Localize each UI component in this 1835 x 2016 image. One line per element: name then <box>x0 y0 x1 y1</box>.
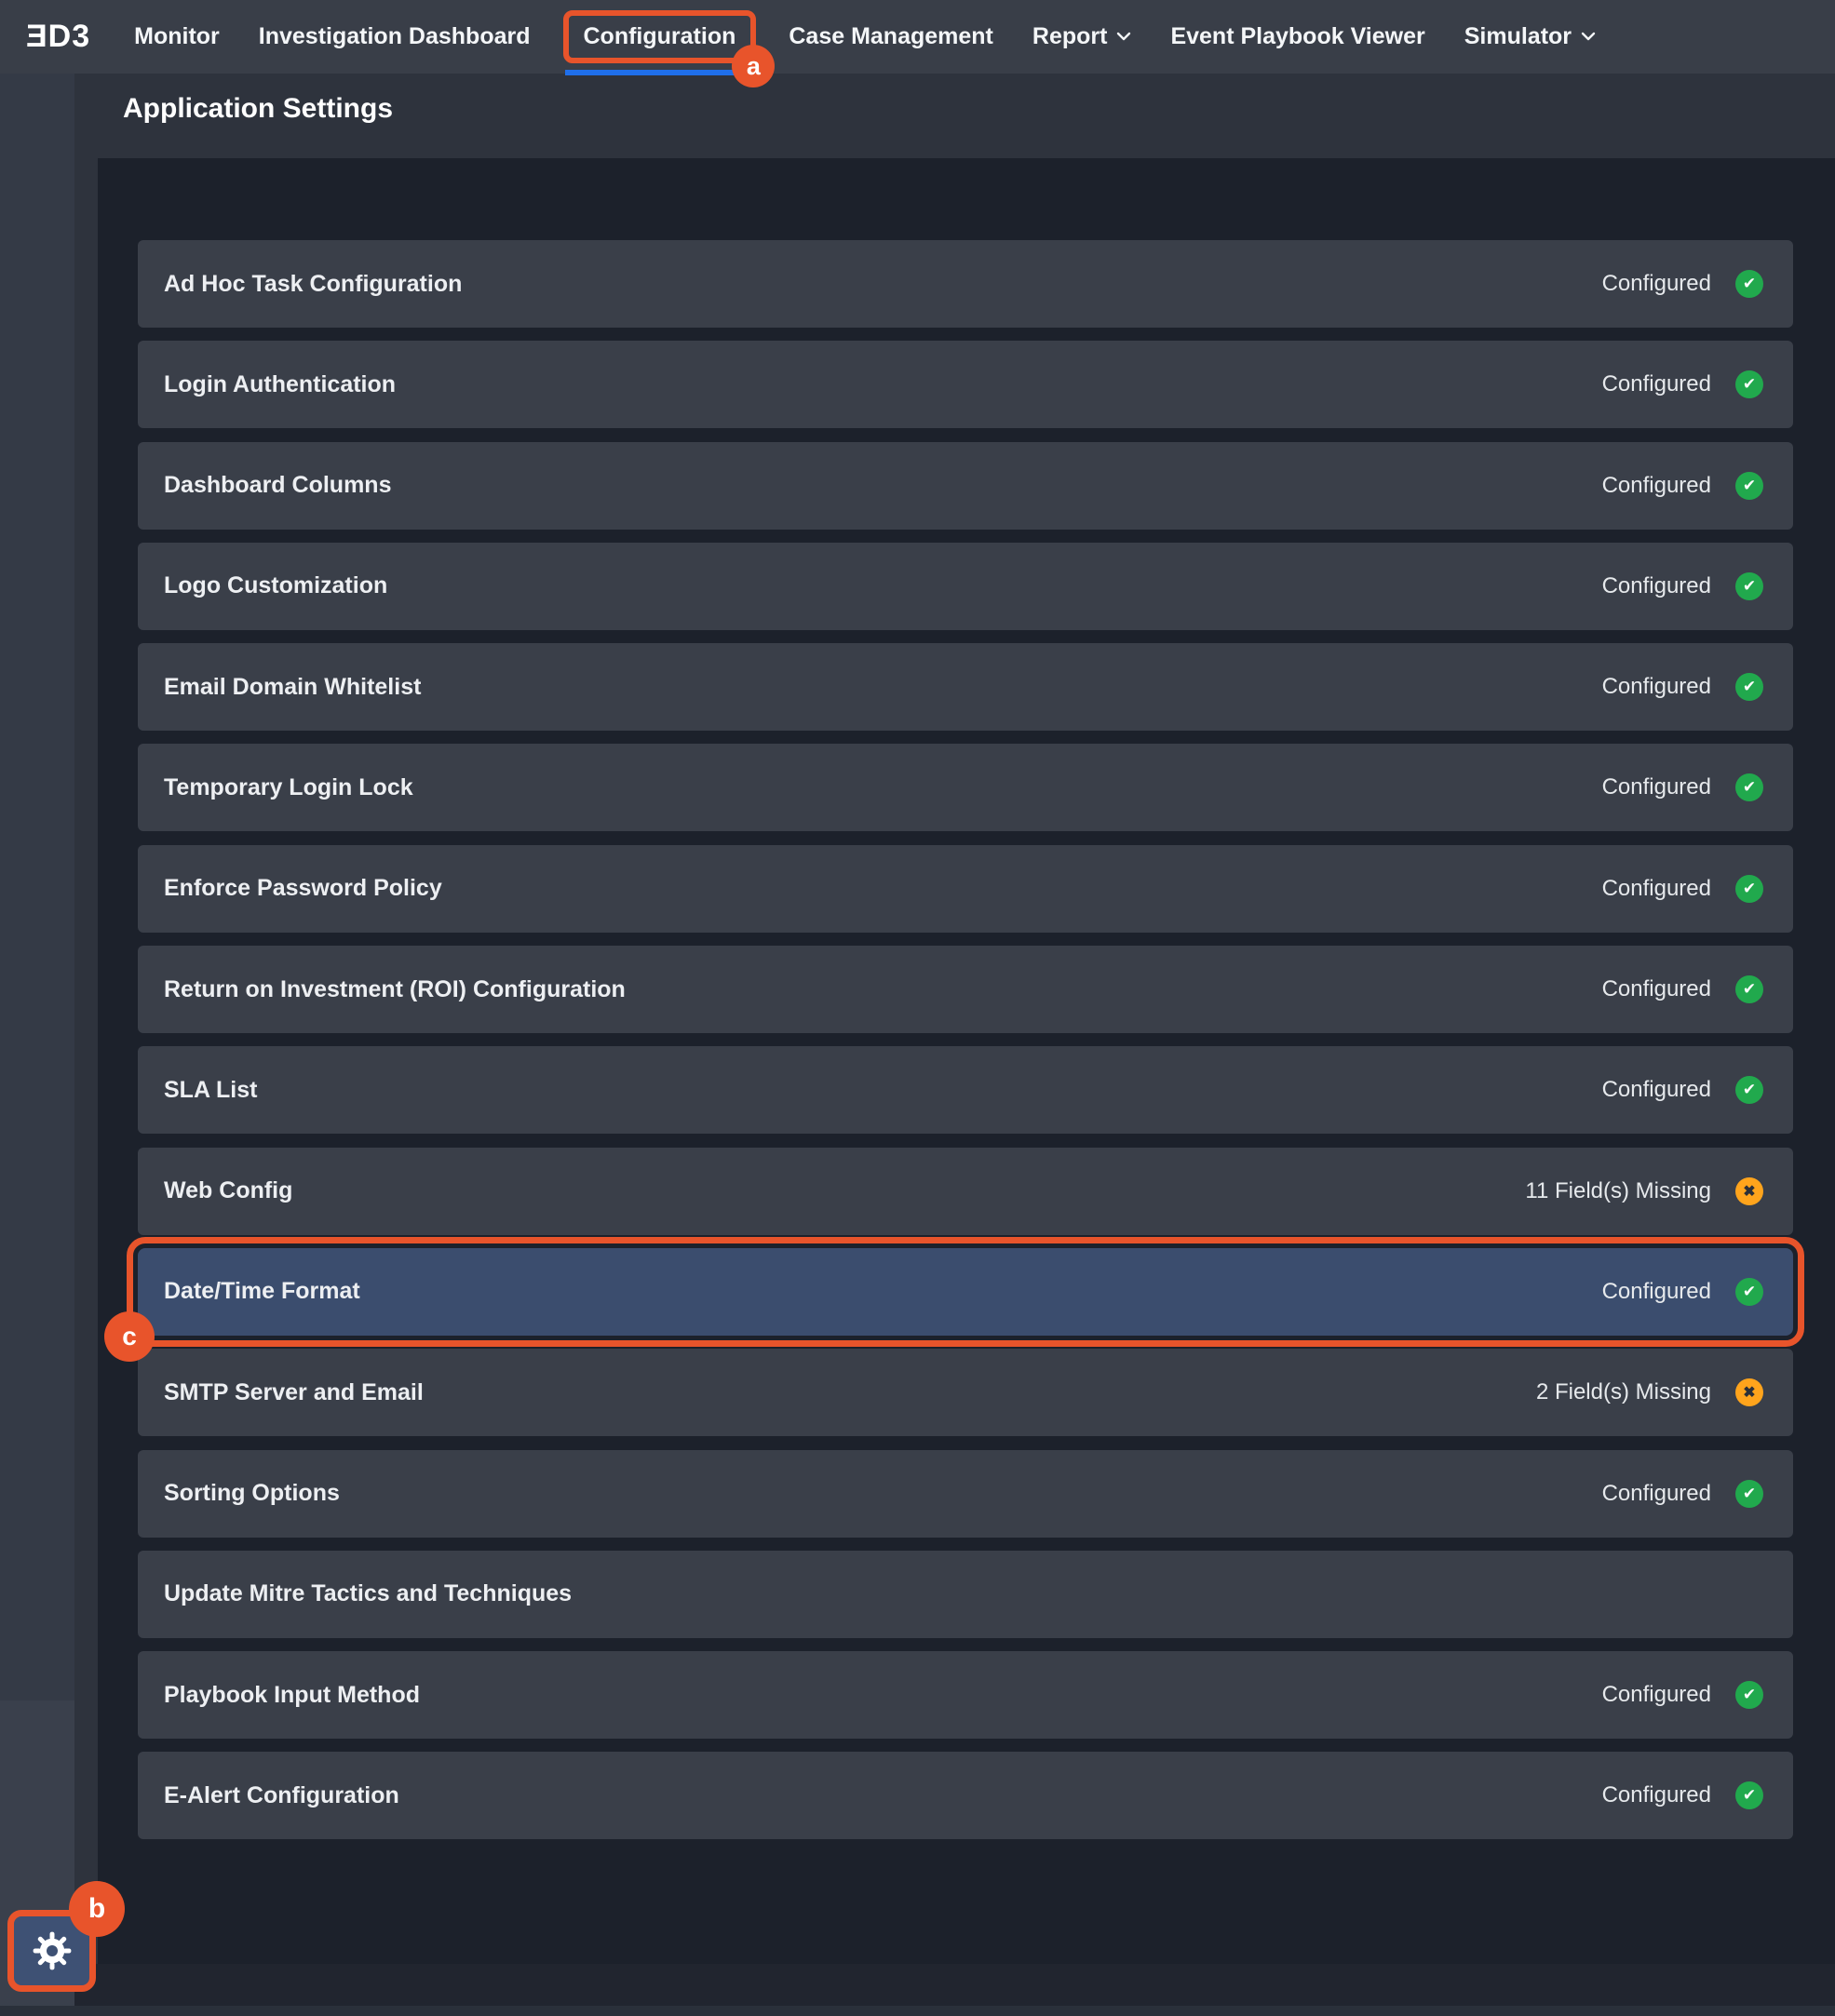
settings-row-ad-hoc-task-configuration[interactable]: Ad Hoc Task Configuration Configured <box>138 240 1793 328</box>
settings-row-status: Configured <box>1602 1782 1711 1808</box>
nav-report-label: Report <box>1032 23 1108 50</box>
settings-row-status: Configured <box>1602 1481 1711 1507</box>
left-sidebar <box>0 74 74 2016</box>
top-nav: ƎD3 Monitor Investigation Dashboard Conf… <box>0 0 1835 74</box>
nav-report[interactable]: Report <box>1032 23 1132 50</box>
settings-list: Ad Hoc Task Configuration Configured Log… <box>138 240 1793 1853</box>
active-tab-underline <box>565 70 755 75</box>
d3-logo[interactable]: ƎD3 <box>26 19 90 55</box>
status-check-icon <box>1735 1076 1763 1104</box>
settings-row-roi-configuration[interactable]: Return on Investment (ROI) Configuration… <box>138 946 1793 1033</box>
settings-row-status: Configured <box>1602 271 1711 297</box>
settings-row-date-time-format[interactable]: Date/Time Format Configured c <box>138 1248 1793 1336</box>
settings-row-status: Configured <box>1602 876 1711 902</box>
status-cross-icon <box>1735 1177 1763 1205</box>
settings-row-sorting-options[interactable]: Sorting Options Configured <box>138 1450 1793 1538</box>
status-check-icon <box>1735 270 1763 298</box>
nav-event-playbook-viewer[interactable]: Event Playbook Viewer <box>1170 23 1424 50</box>
settings-row-title: Sorting Options <box>164 1480 1602 1507</box>
settings-row-status: Configured <box>1602 573 1711 599</box>
status-check-icon <box>1735 1278 1763 1306</box>
nav-configuration[interactable]: Configuration a <box>563 10 757 63</box>
chevron-down-icon <box>1116 32 1131 42</box>
status-check-icon <box>1735 572 1763 600</box>
chevron-down-icon <box>1581 32 1596 42</box>
settings-row-enforce-password-policy[interactable]: Enforce Password Policy Configured <box>138 845 1793 933</box>
settings-row-dashboard-columns[interactable]: Dashboard Columns Configured <box>138 442 1793 530</box>
settings-row-web-config[interactable]: Web Config 11 Field(s) Missing <box>138 1148 1793 1235</box>
settings-row-temporary-login-lock[interactable]: Temporary Login Lock Configured <box>138 744 1793 831</box>
settings-row-sla-list[interactable]: SLA List Configured <box>138 1046 1793 1134</box>
nav-simulator-label: Simulator <box>1464 23 1572 50</box>
settings-row-title: Temporary Login Lock <box>164 774 1602 801</box>
settings-row-status: 11 Field(s) Missing <box>1525 1178 1711 1204</box>
settings-row-title: Login Authentication <box>164 371 1602 398</box>
settings-row-status: 2 Field(s) Missing <box>1536 1379 1711 1405</box>
nav-case-management[interactable]: Case Management <box>789 23 993 50</box>
settings-row-status: Configured <box>1602 371 1711 397</box>
settings-row-title: SMTP Server and Email <box>164 1379 1536 1406</box>
settings-row-title: Email Domain Whitelist <box>164 674 1602 701</box>
settings-row-title: Return on Investment (ROI) Configuration <box>164 976 1602 1003</box>
status-check-icon <box>1735 875 1763 903</box>
status-check-icon <box>1735 773 1763 801</box>
bottom-strip <box>0 2006 1835 2016</box>
page-title: Application Settings <box>123 93 393 125</box>
settings-row-smtp-server-and-email[interactable]: SMTP Server and Email 2 Field(s) Missing <box>138 1349 1793 1436</box>
settings-row-title: Dashboard Columns <box>164 472 1602 499</box>
settings-row-status: Configured <box>1602 1279 1711 1305</box>
settings-row-title: Update Mitre Tactics and Techniques <box>164 1580 1711 1607</box>
nav-monitor[interactable]: Monitor <box>134 23 220 50</box>
settings-row-status: Configured <box>1602 473 1711 499</box>
nav-simulator[interactable]: Simulator <box>1464 23 1596 50</box>
settings-row-title: Logo Customization <box>164 572 1602 599</box>
settings-row-title: Web Config <box>164 1177 1525 1204</box>
settings-row-title: Ad Hoc Task Configuration <box>164 271 1602 298</box>
nav-investigation-dashboard[interactable]: Investigation Dashboard <box>259 23 531 50</box>
nav-configuration-label: Configuration <box>584 23 736 50</box>
settings-row-title: Playbook Input Method <box>164 1682 1602 1709</box>
settings-row-logo-customization[interactable]: Logo Customization Configured <box>138 543 1793 630</box>
annotation-badge-b: b <box>69 1881 125 1937</box>
status-check-icon <box>1735 673 1763 701</box>
status-check-icon <box>1735 1480 1763 1508</box>
annotation-badge-c: c <box>104 1311 155 1362</box>
settings-row-status: Configured <box>1602 774 1711 800</box>
annotation-badge-a: a <box>732 45 775 87</box>
settings-row-update-mitre-tactics-and-techniques[interactable]: Update Mitre Tactics and Techniques <box>138 1551 1793 1638</box>
settings-row-login-authentication[interactable]: Login Authentication Configured <box>138 341 1793 428</box>
settings-row-status: Configured <box>1602 976 1711 1002</box>
status-check-icon <box>1735 472 1763 500</box>
status-check-icon <box>1735 1781 1763 1809</box>
settings-row-title: Date/Time Format <box>164 1278 1602 1305</box>
settings-row-title: Enforce Password Policy <box>164 875 1602 902</box>
status-cross-icon <box>1735 1378 1763 1406</box>
settings-row-status: Configured <box>1602 1077 1711 1103</box>
settings-row-title: SLA List <box>164 1077 1602 1104</box>
settings-row-email-domain-whitelist[interactable]: Email Domain Whitelist Configured <box>138 643 1793 731</box>
settings-row-e-alert-configuration[interactable]: E-Alert Configuration Configured <box>138 1752 1793 1839</box>
settings-row-status: Configured <box>1602 1682 1711 1708</box>
status-check-icon <box>1735 370 1763 398</box>
settings-row-title: E-Alert Configuration <box>164 1782 1602 1809</box>
status-check-icon <box>1735 975 1763 1003</box>
settings-row-playbook-input-method[interactable]: Playbook Input Method Configured <box>138 1651 1793 1739</box>
settings-row-status: Configured <box>1602 674 1711 700</box>
status-check-icon <box>1735 1681 1763 1709</box>
